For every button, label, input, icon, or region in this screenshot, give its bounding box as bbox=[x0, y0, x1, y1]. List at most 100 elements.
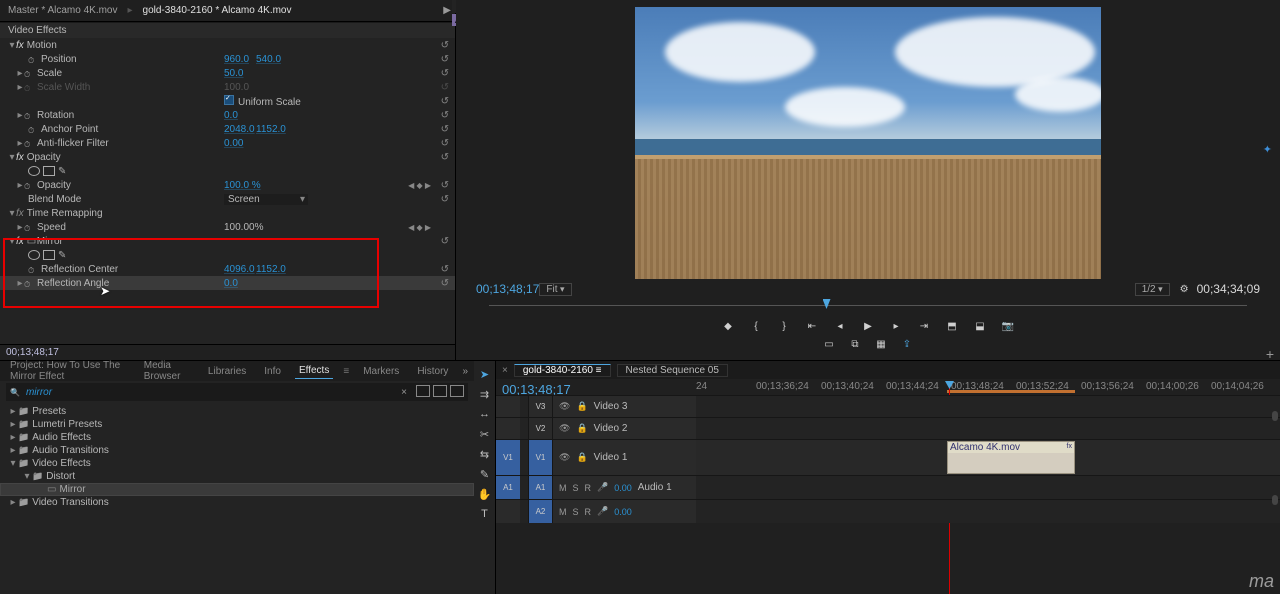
pen-mask-icon[interactable] bbox=[58, 250, 70, 260]
solo-icon[interactable]: S bbox=[573, 507, 579, 517]
settings-icon[interactable]: ⚙ bbox=[1180, 284, 1189, 295]
effects-folder[interactable]: ▸Audio Effects bbox=[0, 431, 474, 444]
track-target-v3[interactable]: V3 bbox=[528, 396, 552, 417]
slip-tool-icon[interactable]: ⇆ bbox=[478, 447, 492, 461]
overlay-icon[interactable]: ▦ bbox=[874, 337, 888, 351]
ellipse-mask-icon[interactable] bbox=[28, 166, 40, 176]
voice-icon[interactable]: 🎤 bbox=[597, 506, 608, 517]
time-remap-header[interactable]: Time Remapping bbox=[27, 208, 103, 219]
track-target-v2[interactable]: V2 bbox=[528, 418, 552, 439]
blendmode-select[interactable]: Screen ▾ bbox=[224, 194, 308, 205]
out-bracket-icon[interactable]: } bbox=[777, 319, 791, 333]
tab-info[interactable]: Info bbox=[260, 364, 285, 379]
zoom-fit-select[interactable]: Fit ▾ bbox=[539, 283, 571, 296]
reset-icon[interactable] bbox=[441, 264, 449, 275]
goto-in-icon[interactable]: ⇤ bbox=[805, 319, 819, 333]
rect-mask-icon[interactable] bbox=[43, 250, 55, 260]
toggle-output-icon[interactable]: 👁 bbox=[559, 401, 570, 412]
stopwatch-icon[interactable] bbox=[28, 265, 38, 273]
reflection-center-x[interactable]: 4096.0 bbox=[224, 264, 255, 275]
keyframe-nav[interactable]: ◀ ◆ ▶ bbox=[408, 181, 431, 190]
anchor-x[interactable]: 2048.0 bbox=[224, 124, 255, 135]
export-frame-icon[interactable]: 📷 bbox=[1001, 319, 1015, 333]
reset-icon[interactable] bbox=[441, 40, 449, 51]
preset-badge-icons[interactable] bbox=[413, 385, 464, 400]
resolution-select[interactable]: 1/2 ▾ bbox=[1135, 283, 1170, 296]
tab-menu-icon[interactable]: ≡ bbox=[343, 366, 349, 377]
v-scrollbar[interactable] bbox=[1272, 411, 1278, 421]
track-target-v1[interactable]: V1 bbox=[528, 440, 552, 475]
program-tc-left[interactable]: 00;13;48;17 bbox=[476, 282, 539, 296]
effects-folder[interactable]: ▸Lumetri Presets bbox=[0, 418, 474, 431]
stopwatch-icon[interactable] bbox=[24, 279, 34, 287]
anchor-y[interactable]: 1152.0 bbox=[256, 124, 286, 135]
stopwatch-icon[interactable] bbox=[24, 111, 34, 119]
rotation-value[interactable]: 0.0 bbox=[224, 110, 238, 121]
stopwatch-icon[interactable] bbox=[28, 125, 38, 133]
type-tool-icon[interactable]: T bbox=[478, 507, 492, 521]
mute-icon[interactable]: M bbox=[559, 483, 567, 493]
stopwatch-icon[interactable] bbox=[24, 223, 34, 231]
lock-icon[interactable]: 🔒 bbox=[576, 452, 587, 463]
effects-folder[interactable]: ▸Presets bbox=[0, 405, 474, 418]
export-icon[interactable]: ⇪ bbox=[900, 337, 914, 351]
reset-icon[interactable] bbox=[441, 96, 449, 107]
reflection-center-y[interactable]: 1152.0 bbox=[256, 264, 286, 275]
opacity-value[interactable]: 100.0 % bbox=[224, 180, 261, 191]
tab-history[interactable]: History bbox=[413, 364, 452, 379]
track-target-a1[interactable]: A1 bbox=[528, 476, 552, 499]
v-scrollbar[interactable] bbox=[1272, 495, 1278, 505]
sequence-tab-active[interactable]: gold-3840-2160 ≡ bbox=[514, 364, 611, 377]
motion-header[interactable]: Motion bbox=[27, 40, 57, 51]
clear-search-icon[interactable]: × bbox=[401, 387, 407, 398]
pen-tool-icon[interactable]: ✎ bbox=[478, 467, 492, 481]
pen-mask-icon[interactable] bbox=[58, 166, 70, 176]
source-patch-v1[interactable]: V1 bbox=[496, 440, 520, 475]
effects-folder[interactable]: ▸Audio Transitions bbox=[0, 444, 474, 457]
toggle-output-icon[interactable]: 👁 bbox=[559, 452, 570, 463]
goto-out-icon[interactable]: ⇥ bbox=[917, 319, 931, 333]
ellipse-mask-icon[interactable] bbox=[28, 250, 40, 260]
stopwatch-icon[interactable] bbox=[28, 55, 38, 63]
track-target-a2[interactable]: A2 bbox=[528, 500, 552, 523]
voice-icon[interactable]: 🎤 bbox=[597, 482, 608, 493]
lock-icon[interactable]: 🔒 bbox=[576, 401, 587, 412]
source-patch-a1[interactable]: A1 bbox=[496, 476, 520, 499]
reset-icon[interactable] bbox=[441, 110, 449, 121]
ripple-tool-icon[interactable]: ↔ bbox=[478, 407, 492, 421]
reset-icon[interactable] bbox=[441, 180, 449, 191]
scale-value[interactable]: 50.0 bbox=[224, 68, 243, 79]
play-icon[interactable]: ▶ bbox=[861, 319, 875, 333]
tab-libraries[interactable]: Libraries bbox=[204, 364, 250, 379]
tab-project[interactable]: Project: How To Use The Mirror Effect bbox=[6, 358, 130, 384]
step-back-icon[interactable]: ◂ bbox=[833, 319, 847, 333]
effects-folder[interactable]: ▾Distort bbox=[0, 470, 474, 483]
reflection-angle-value[interactable]: 0.0 bbox=[224, 278, 238, 289]
master-clip-tab[interactable]: Master * Alcamo 4K.mov bbox=[0, 0, 125, 22]
panel-overflow-icon[interactable]: » bbox=[462, 366, 468, 377]
reset-icon[interactable] bbox=[441, 124, 449, 135]
add-button-icon[interactable]: + bbox=[1266, 346, 1274, 362]
tab-media-browser[interactable]: Media Browser bbox=[140, 358, 194, 384]
tab-effects[interactable]: Effects bbox=[295, 363, 333, 379]
program-scrubber[interactable] bbox=[489, 299, 1247, 313]
antiflicker-value[interactable]: 0.00 bbox=[224, 138, 243, 149]
effect-item[interactable]: Mirror bbox=[0, 483, 474, 496]
tab-markers[interactable]: Markers bbox=[359, 364, 403, 379]
transform-handle-icon[interactable]: ✦ bbox=[1263, 143, 1272, 156]
reset-icon[interactable] bbox=[441, 278, 449, 289]
position-y[interactable]: 540.0 bbox=[256, 54, 281, 65]
effects-folder[interactable]: ▾Video Effects bbox=[0, 457, 474, 470]
stopwatch-icon[interactable] bbox=[24, 69, 34, 77]
mark-in-icon[interactable]: ◆ bbox=[721, 319, 735, 333]
extract-icon[interactable]: ⬓ bbox=[973, 319, 987, 333]
reset-icon[interactable] bbox=[441, 54, 449, 65]
program-monitor[interactable] bbox=[635, 7, 1101, 279]
track-select-tool-icon[interactable]: ⇉ bbox=[478, 387, 492, 401]
work-area-bar[interactable] bbox=[947, 390, 1075, 393]
lift-icon[interactable]: ⬒ bbox=[945, 319, 959, 333]
uniform-scale-checkbox[interactable] bbox=[224, 95, 234, 105]
ec-timecode[interactable]: 00;13;48;17 bbox=[0, 344, 455, 360]
reset-icon[interactable] bbox=[441, 152, 449, 163]
reset-icon[interactable] bbox=[441, 138, 449, 149]
